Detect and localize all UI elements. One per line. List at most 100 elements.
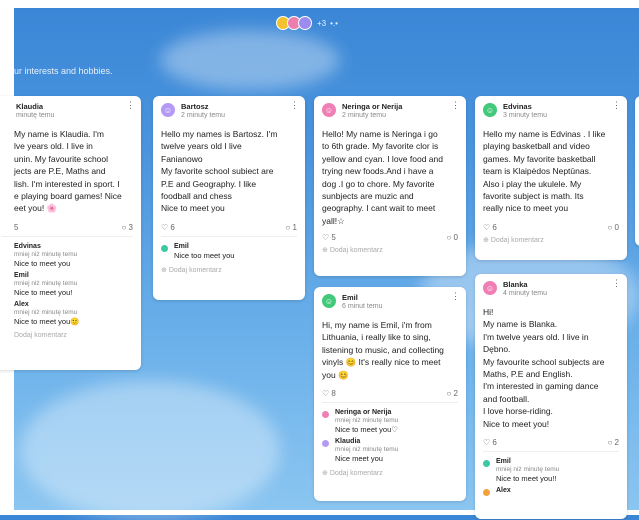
comment-time: mniej niż minutę temu [335, 446, 399, 454]
post-body: Hello! My name is Neringa i go to 6th gr… [322, 129, 443, 226]
post-card[interactable]: Klaudia minutę temu ⋮ My name is Klaudia… [0, 96, 141, 370]
comment-text: Nice too meet you [174, 250, 235, 260]
comment-author: Emil [174, 242, 189, 250]
comment-item: Alex [475, 485, 627, 498]
comment-count: 0 [614, 222, 619, 232]
like-count: 6 [492, 438, 497, 448]
add-comment-button[interactable]: ⊕ Dodaj komentarz [314, 465, 466, 481]
post-body: Hi, my name is Emil, i'm from Lithuania,… [322, 320, 444, 380]
like-count: 6 [170, 222, 175, 232]
post-body: Hello my name is Edvinas . I like playin… [483, 129, 606, 214]
add-comment-button[interactable]: ⊕ Dodaj komentarz [475, 232, 627, 248]
comment-author: Alex [14, 300, 29, 308]
like-count: 6 [492, 222, 497, 232]
add-comment-button[interactable]: ⊕ Dodaj komentarz [314, 242, 466, 258]
comment-time: mniej niż minutę temu [14, 279, 78, 287]
post-time: 2 minuty temu [342, 112, 386, 119]
more-options-icon[interactable]: ⋮ [612, 279, 621, 288]
comment-time: mniej niż minutę temu [496, 466, 560, 474]
comment-item: Alex mniej niż minutę temu Nice to meet … [0, 299, 141, 328]
post-time: 6 minut temu [342, 303, 383, 310]
like-count: 5 [331, 233, 336, 243]
like-count[interactable]: 5 [14, 223, 18, 232]
post-card[interactable]: ☺ Edvinas 3 minuty temu ⋮ Hello my name … [475, 96, 627, 260]
post-card[interactable]: ☺ Neringa or Nerija 2 minuty temu ⋮ Hell… [314, 96, 466, 276]
comment-avatar [483, 489, 490, 497]
heart-icon[interactable]: ♡ [483, 223, 490, 232]
post-card[interactable]: ☺ Blanka 4 minuty temu ⋮ Hi! My name is … [475, 274, 627, 519]
comment-text: Nice to meet you!! [496, 474, 557, 484]
post-time: minutę temu [16, 112, 55, 119]
add-comment-label: Dodaj komentarz [168, 266, 222, 274]
heart-icon[interactable]: ♡ [161, 223, 168, 232]
comment-count: 0 [453, 233, 458, 243]
post-body: My name is Klaudia. I'm lve years old. I… [14, 129, 122, 214]
comment-count: 1 [292, 222, 297, 232]
comment-avatar [161, 244, 168, 252]
post-body: Hello my names is Bartosz. I'm twelve ye… [161, 129, 278, 214]
comment-icon: ○ [121, 222, 127, 232]
comment-time: mniej niż minutę temu [14, 250, 78, 258]
comment-icon: ○ [446, 389, 452, 399]
divider [2, 235, 133, 237]
cloud-decoration [160, 30, 340, 90]
comment-text: Nice to meet you♡ [335, 425, 398, 435]
user-avatar-icon: ☺ [322, 103, 336, 117]
comment-icon: ○ [607, 222, 613, 232]
heart-icon[interactable]: ♡ [322, 233, 329, 242]
divider [322, 402, 458, 404]
post-card[interactable]: ☺ Emil 6 minut temu ⋮ Hi, my name is Emi… [314, 287, 466, 501]
user-avatar-icon: ☺ [161, 103, 175, 117]
comment-avatar [322, 411, 329, 419]
comment-avatar [483, 460, 490, 468]
comment-count: 3 [128, 222, 133, 232]
add-comment-label: Dodaj komentarz [490, 236, 544, 244]
add-comment-button[interactable]: ⊕ Dodaj komentarz [153, 262, 305, 278]
comment-author: Edvinas [14, 242, 41, 250]
divider [483, 451, 619, 453]
plus-icon: ⊕ [161, 266, 167, 274]
comment-count: 2 [614, 438, 619, 448]
more-options-icon[interactable]: ⋮ [451, 101, 460, 110]
comment-text: Nice to meet you [14, 258, 71, 268]
window-frame-top [0, 0, 639, 8]
heart-icon[interactable]: ♡ [483, 438, 490, 447]
more-options-icon[interactable]: ⋮ [451, 292, 460, 301]
post-time: 3 minuty temu [503, 112, 547, 119]
comment-item: Edvinas mniej niż minutę temu Nice to me… [0, 241, 141, 270]
comment-icon: ○ [607, 438, 613, 448]
post-card[interactable]: ☺ Bartosz 2 minuty temu ⋮ Hello my names… [153, 96, 305, 300]
comment-time: mniej niż minutę temu [14, 308, 78, 316]
post-author: Bartosz [181, 102, 209, 111]
comment-avatar [322, 440, 329, 448]
post-time: 4 minuty temu [503, 290, 547, 297]
plus-icon: ⊕ [322, 247, 328, 255]
more-options-icon[interactable]: ⋮ [612, 101, 621, 110]
comment-item: Emil mniej niż minutę temu Nice to meet … [0, 270, 141, 299]
heart-icon[interactable]: ♡ [322, 389, 329, 398]
more-options-icon[interactable]: ⋮ [290, 101, 299, 110]
members-more-icon: •.• [330, 18, 338, 28]
like-count: 8 [331, 389, 336, 399]
more-options-icon[interactable]: ⋮ [126, 101, 135, 110]
add-comment-button[interactable]: Dodaj komentarz [0, 328, 141, 343]
divider [161, 235, 297, 237]
comment-icon: ○ [446, 233, 452, 243]
post-time: 2 minuty temu [181, 112, 225, 119]
post-author: Klaudia [16, 102, 44, 111]
add-comment-label: Dodaj komentarz [329, 247, 383, 255]
plus-icon: ⊕ [322, 470, 328, 478]
comment-item: Emil mniej niż minutę temu Nice to meet … [475, 456, 627, 485]
post-author: Neringa or Nerija [342, 102, 403, 111]
comment-author: Klaudia [335, 438, 361, 446]
comment-count: 2 [453, 389, 458, 399]
post-author: Blanka [503, 280, 528, 289]
comment-icon: ○ [285, 222, 291, 232]
cloud-decoration [20, 380, 280, 520]
user-avatar-icon: ☺ [483, 281, 497, 295]
member-avatars[interactable]: +3 •.• [276, 16, 338, 30]
post-card[interactable] [635, 96, 639, 246]
user-avatar-icon: ☺ [483, 103, 497, 117]
avatar [298, 16, 312, 30]
members-extra-count: +3 [317, 18, 327, 28]
